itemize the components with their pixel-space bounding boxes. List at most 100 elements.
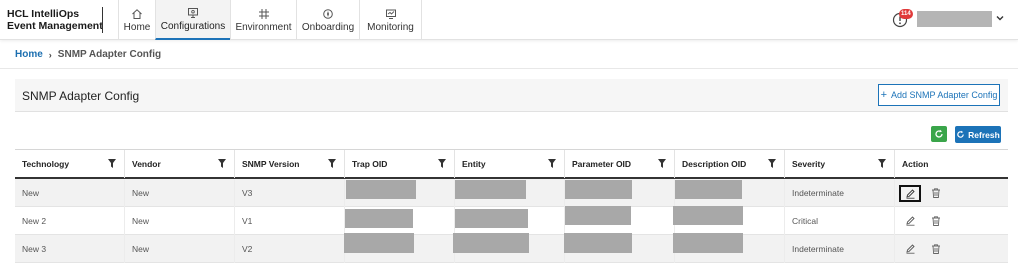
sync-button[interactable] [931, 126, 947, 142]
cell-trap-oid [344, 233, 455, 263]
chevron-right-icon: › [48, 49, 52, 60]
brand-line-1: HCL IntelliOps [7, 8, 80, 20]
trash-icon[interactable] [930, 215, 942, 227]
plus-icon: + [880, 89, 888, 101]
filter-icon[interactable] [108, 159, 116, 168]
top-bar: HCL IntelliOps Event Management Home Con… [0, 0, 1018, 40]
column-label: Technology [22, 159, 70, 169]
column-header-parameter-oid[interactable]: Parameter OID [565, 150, 675, 178]
redacted-value [564, 233, 632, 253]
cell-snmp-version: V3 [235, 179, 345, 207]
nav-home[interactable]: Home [118, 0, 155, 40]
column-header-trap-oid[interactable]: Trap OID [345, 150, 455, 178]
breadcrumb-home-link[interactable]: Home [15, 49, 43, 60]
nav-monitoring-label: Monitoring [367, 21, 414, 33]
nav-configurations[interactable]: Configurations [155, 0, 230, 40]
column-header-description-oid[interactable]: Description OID [675, 150, 785, 178]
panel-header: SNMP Adapter Config + Add SNMP Adapter C… [15, 79, 1008, 112]
breadcrumb-current: SNMP Adapter Config [57, 49, 162, 60]
cell-description-oid [673, 233, 785, 263]
breadcrumb-divider [0, 68, 1018, 69]
snmp-config-table: Technology Vendor SNMP Version Trap OID … [15, 149, 1008, 263]
onboarding-icon [323, 8, 333, 19]
trash-icon[interactable] [930, 243, 942, 255]
redacted-value [673, 233, 743, 253]
column-header-action: Action [895, 150, 1008, 178]
config-icon [188, 7, 198, 18]
nav-home-label: Home [123, 21, 151, 33]
column-label: SNMP Version [242, 159, 300, 169]
table-header: Technology Vendor SNMP Version Trap OID … [15, 149, 1008, 179]
column-label: Severity [792, 159, 826, 169]
column-header-technology[interactable]: Technology [15, 150, 125, 178]
cell-technology: New 2 [15, 207, 125, 235]
cell-vendor: New [125, 207, 235, 235]
cell-severity: Indeterminate [785, 179, 895, 207]
filter-icon[interactable] [548, 159, 556, 168]
filter-icon[interactable] [658, 159, 666, 168]
column-header-severity[interactable]: Severity [785, 150, 895, 178]
redacted-value [455, 209, 528, 228]
chevron-down-icon[interactable] [996, 14, 1004, 22]
table-row: New 2 New V1 Critical [15, 206, 1008, 235]
filter-icon[interactable] [438, 159, 446, 168]
environment-icon [258, 8, 269, 19]
column-header-snmp-version[interactable]: SNMP Version [235, 150, 345, 178]
edit-button[interactable] [899, 212, 921, 229]
nav-configurations-label: Configurations [160, 20, 226, 32]
cell-description-oid [675, 179, 785, 207]
pencil-icon [905, 216, 915, 226]
cell-trap-oid [345, 179, 455, 207]
refresh-button[interactable]: Refresh [955, 126, 1001, 143]
cell-vendor: New [125, 179, 235, 207]
redacted-value [565, 180, 632, 199]
add-snmp-adapter-config-button[interactable]: + Add SNMP Adapter Config [878, 84, 1000, 106]
redacted-value [675, 180, 742, 199]
home-icon [132, 8, 142, 19]
cell-vendor: New [125, 235, 235, 263]
breadcrumb: Home › SNMP Adapter Config [15, 49, 161, 60]
column-header-vendor[interactable]: Vendor [125, 150, 235, 178]
filter-icon[interactable] [878, 159, 886, 168]
trash-icon[interactable] [930, 187, 942, 199]
table-row: New 3 New V2 Indeterminate [15, 233, 1008, 263]
cell-technology: New [15, 179, 125, 207]
cell-entity [455, 207, 565, 235]
filter-icon[interactable] [328, 159, 336, 168]
pencil-icon [905, 244, 915, 254]
column-label: Entity [462, 159, 486, 169]
sync-icon [935, 129, 943, 138]
nav-environment[interactable]: Environment [230, 0, 296, 40]
redacted-value [673, 206, 743, 225]
filter-icon[interactable] [768, 159, 776, 168]
redacted-value [345, 209, 413, 228]
refresh-label: Refresh [968, 129, 1000, 140]
edit-button[interactable] [899, 185, 921, 202]
nav-monitoring[interactable]: Monitoring [359, 0, 422, 40]
add-button-label: Add SNMP Adapter Config [891, 90, 998, 100]
cell-description-oid [673, 206, 785, 235]
nav-onboarding[interactable]: Onboarding [296, 0, 359, 40]
column-label: Trap OID [352, 159, 388, 169]
table-row: New New V3 Indeterminate [15, 179, 1008, 207]
cell-entity [453, 233, 565, 263]
cell-parameter-oid [565, 179, 675, 207]
edit-button[interactable] [899, 240, 921, 257]
cell-severity: Critical [785, 207, 895, 235]
page-title: SNMP Adapter Config [22, 89, 140, 103]
user-menu-redacted[interactable] [917, 11, 992, 27]
cell-technology: New 3 [15, 235, 125, 263]
redacted-value [344, 233, 414, 253]
monitoring-icon [385, 9, 396, 19]
column-label: Parameter OID [572, 159, 632, 169]
brand-logo[interactable]: HCL IntelliOps Event Management [7, 8, 103, 32]
pencil-icon [905, 189, 915, 199]
nav-onboarding-label: Onboarding [301, 21, 355, 33]
cell-trap-oid [345, 207, 455, 235]
column-header-entity[interactable]: Entity [455, 150, 565, 178]
redacted-value [455, 180, 526, 199]
filter-icon[interactable] [218, 159, 226, 168]
cell-action [895, 235, 1008, 263]
cell-action [895, 179, 1008, 207]
redacted-value [453, 233, 529, 253]
